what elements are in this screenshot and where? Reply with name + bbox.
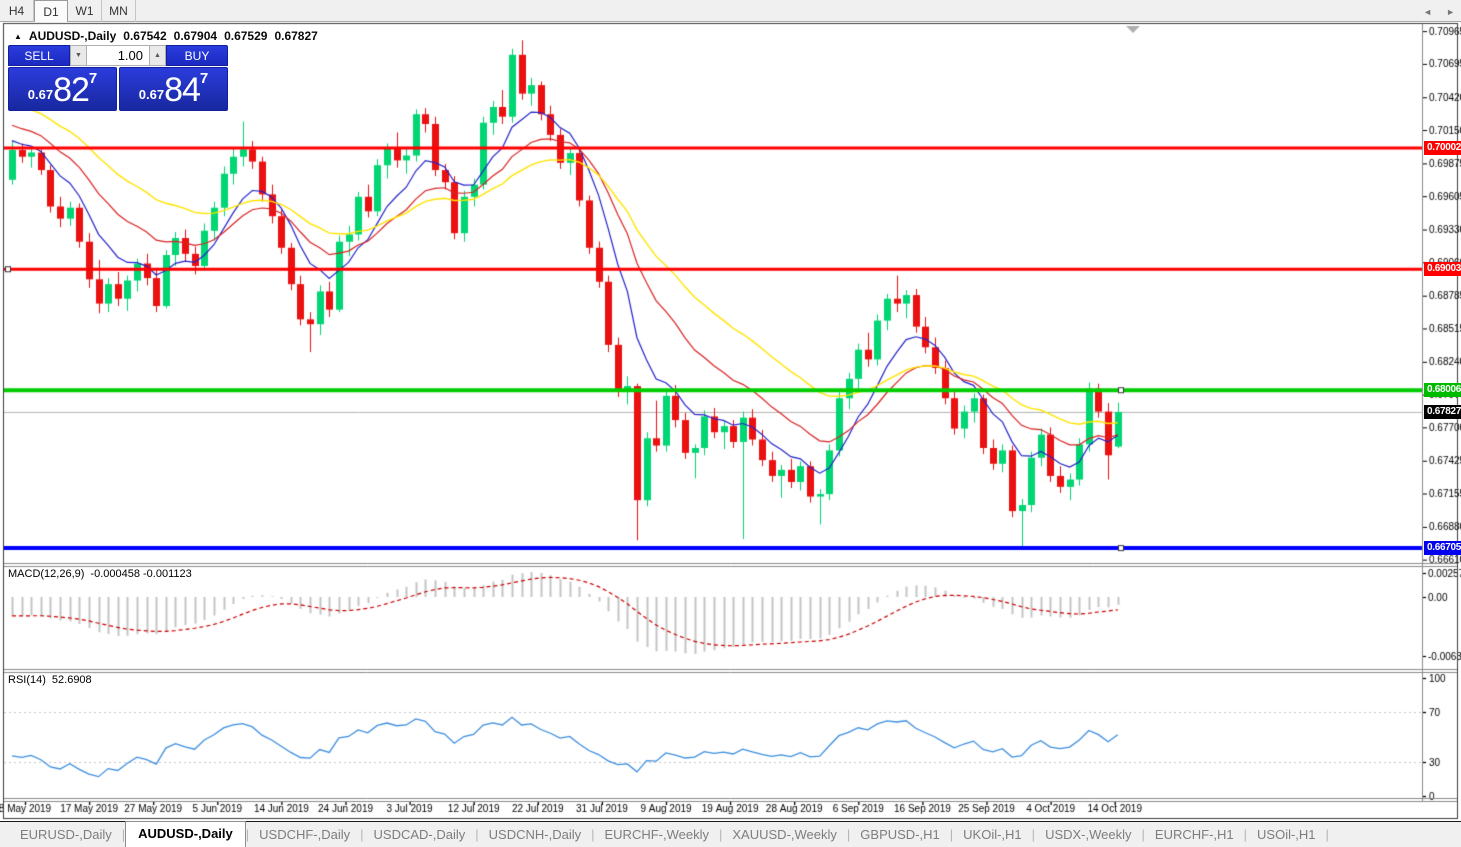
tab-separator: | bbox=[1325, 827, 1329, 842]
rsi-indicator-label: RSI(14) 52.6908 bbox=[8, 674, 92, 686]
tab-eurchf-weekly[interactable]: EURCHF-,Weekly bbox=[595, 824, 720, 847]
hline-price-label: 0.70002 bbox=[1424, 141, 1461, 155]
hline-price-label: 0.68006 bbox=[1424, 383, 1461, 398]
chart-symbol-label: AUDUSD-,Daily bbox=[28, 29, 117, 43]
ohlc-open: 0.67542 bbox=[123, 29, 167, 43]
tab-usdx-weekly[interactable]: USDX-,Weekly bbox=[1035, 824, 1141, 847]
tab-usdcnh-daily[interactable]: USDCNH-,Daily bbox=[479, 824, 591, 847]
tab-usdcad-daily[interactable]: USDCAD-,Daily bbox=[364, 824, 476, 847]
tab-scroll-left-icon[interactable]: ◄ bbox=[1423, 7, 1432, 17]
sell-button[interactable]: SELL bbox=[8, 45, 70, 66]
tab-eurchf-h1[interactable]: EURCHF-,H1 bbox=[1145, 824, 1244, 847]
tab-ukoil-h1[interactable]: UKOil-,H1 bbox=[953, 824, 1032, 847]
tab-eurusd-daily[interactable]: EURUSD-,Daily bbox=[10, 824, 122, 847]
buy-button[interactable]: BUY bbox=[166, 45, 228, 66]
mt4-chart-window: H4 D1 W1 MN ▲ AUDUSD-,Daily 0.67542 0.67904… bbox=[0, 0, 1461, 847]
tab-usoil-h1[interactable]: USOil-,H1 bbox=[1247, 824, 1326, 847]
ohlc-high: 0.67904 bbox=[173, 29, 218, 43]
one-click-trading-panel: SELL ▼ ▲ BUY 0.67 82 7 0.67 84 7 bbox=[8, 45, 228, 111]
macd-values: -0.000458 -0.001123 bbox=[90, 568, 192, 580]
collapse-one-click-icon[interactable]: ▲ bbox=[14, 32, 22, 41]
volume-increase-button[interactable]: ▲ bbox=[149, 45, 166, 66]
timeframe-button-mn[interactable]: MN bbox=[102, 0, 136, 22]
buy-price-big: 84 bbox=[164, 71, 201, 109]
timeframe-button-h4[interactable]: H4 bbox=[0, 0, 34, 22]
timeframe-button-w1[interactable]: W1 bbox=[68, 0, 102, 22]
volume-decrease-button[interactable]: ▼ bbox=[70, 45, 87, 66]
buy-price-pip: 7 bbox=[199, 70, 209, 87]
timeframe-toolbar: H4 D1 W1 MN bbox=[0, 0, 1461, 22]
macd-name: MACD(12,26,9) bbox=[8, 568, 85, 580]
chart-title: ▲ AUDUSD-,Daily 0.67542 0.67904 0.67529 … bbox=[14, 29, 318, 43]
hline-price-label: 0.66705 bbox=[1424, 541, 1461, 556]
sell-price-pip: 7 bbox=[88, 70, 98, 87]
chart-canvas[interactable] bbox=[0, 0, 1461, 847]
tab-usdchf-daily[interactable]: USDCHF-,Daily bbox=[249, 824, 360, 847]
current-price-label: 0.67827 bbox=[1424, 404, 1461, 419]
tab-xauusd-weekly[interactable]: XAUUSD-,Weekly bbox=[722, 824, 847, 847]
hline-price-label: 0.69003 bbox=[1424, 262, 1461, 277]
macd-indicator-label: MACD(12,26,9) -0.000458 -0.001123 bbox=[8, 568, 192, 580]
ohlc-close: 0.67827 bbox=[274, 29, 318, 43]
symbol-tab-bar: EURUSD-,Daily | AUDUSD-,Daily | USDCHF-,Dail… bbox=[0, 821, 1461, 847]
rsi-name: RSI(14) bbox=[8, 674, 46, 686]
sell-price-prefix: 0.67 bbox=[27, 87, 54, 102]
tab-scroll-arrows: ◄ ► bbox=[1423, 7, 1455, 17]
sell-price-big: 82 bbox=[53, 71, 90, 109]
sell-price-button[interactable]: 0.67 82 7 bbox=[8, 67, 117, 111]
tab-gbpusd-h1[interactable]: GBPUSD-,H1 bbox=[850, 824, 949, 847]
ohlc-low: 0.67529 bbox=[224, 29, 268, 43]
buy-price-button[interactable]: 0.67 84 7 bbox=[119, 67, 228, 111]
tab-audusd-daily[interactable]: AUDUSD-,Daily bbox=[125, 821, 246, 847]
rsi-value: 52.6908 bbox=[51, 674, 92, 686]
buy-price-prefix: 0.67 bbox=[138, 87, 165, 102]
volume-input[interactable] bbox=[87, 45, 149, 66]
timeframe-button-d1[interactable]: D1 bbox=[34, 0, 68, 22]
tab-scroll-right-icon[interactable]: ► bbox=[1446, 7, 1455, 17]
